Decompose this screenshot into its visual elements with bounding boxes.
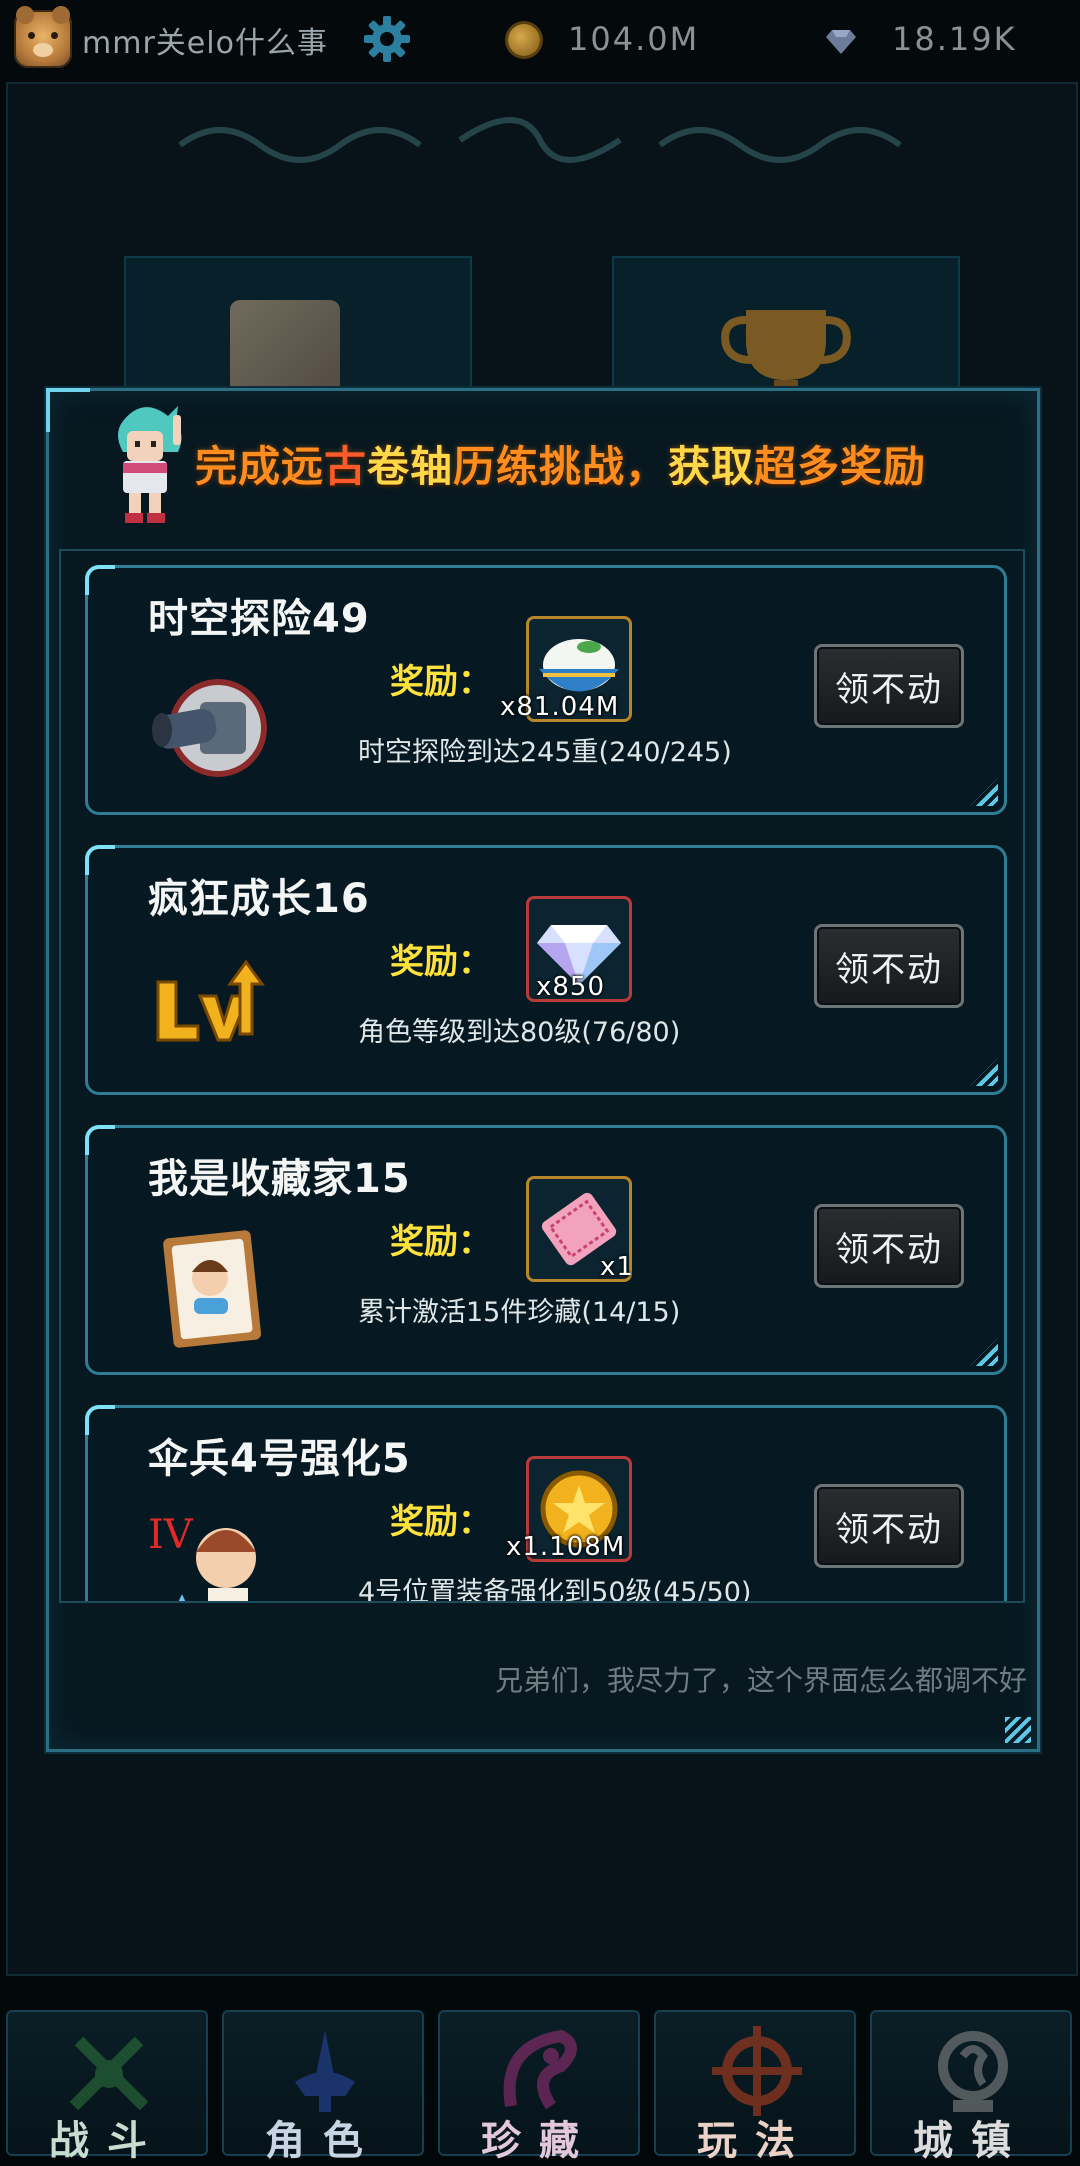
tab-character[interactable]: 角色 — [222, 2010, 424, 2164]
reward-label: 奖励： — [390, 662, 492, 702]
tab-label: 玩法 — [697, 2118, 813, 2164]
claim-button[interactable]: 领不动 — [814, 924, 964, 1008]
tab-treasure[interactable]: 珍藏 — [438, 2010, 640, 2164]
cannon-icon — [152, 679, 267, 777]
claim-button[interactable]: 领不动 — [814, 644, 964, 728]
task-description: 时空探险到达245重(240/245) — [358, 737, 732, 768]
title-seg-3: 历练挑战， — [453, 442, 669, 491]
tab-label: 战斗 — [49, 2118, 165, 2164]
sword-emblem-icon — [295, 2030, 355, 2112]
tab-gameplay[interactable]: 玩法 — [654, 2010, 856, 2164]
title-seg-1: 古 — [324, 442, 368, 491]
username: mmr关elo什么事 — [82, 26, 328, 61]
tab-battle[interactable]: 战斗 — [6, 2010, 208, 2164]
modal-title: 完成远古卷轴历练挑战，获取超多奖励 — [195, 433, 926, 494]
coin-icon — [508, 24, 540, 56]
challenge-modal: 完成远古卷轴历练挑战，获取超多奖励 时空探险49 奖励： x81.04M 时空探… — [46, 388, 1040, 1752]
task-card: 我是收藏家15 奖励： x1 累计激活15件珍藏(14/15) 领不动 — [85, 1125, 1007, 1375]
coin-balance: 104.0M — [568, 20, 700, 58]
title-seg-0: 完成远 — [195, 442, 325, 491]
task-card: 伞兵4号强化5 IV 奖励： x1.108M 4号位置装备强化到50级(45/5… — [85, 1405, 1007, 1603]
city-emblem-icon — [938, 2031, 1008, 2112]
title-seg-2: 卷轴 — [367, 442, 454, 491]
compass-emblem-icon — [712, 2026, 802, 2116]
claim-button[interactable]: 领不动 — [814, 1484, 964, 1568]
claim-button[interactable]: 领不动 — [814, 1204, 964, 1288]
title-seg-5: 超多奖励 — [754, 442, 927, 491]
gem-balance: 18.19K — [892, 20, 1017, 58]
tab-label: 城镇 — [913, 2118, 1029, 2164]
footer-note: 兄弟们，我尽力了，这个界面怎么都调不好 — [494, 1664, 1027, 1697]
title-seg-4: 获取 — [668, 442, 755, 491]
upgrade-character-icon: IV — [148, 1512, 256, 1601]
tab-label: 珍藏 — [481, 2118, 597, 2164]
reward-quantity: x1 — [600, 1252, 634, 1282]
reward-label: 奖励： — [390, 1222, 492, 1262]
task-description: 4号位置装备强化到50级(45/50) — [358, 1577, 752, 1603]
portrait-card-icon — [163, 1230, 262, 1348]
chibi-character-icon — [118, 406, 182, 523]
task-name: 我是收藏家15 — [148, 1156, 411, 1202]
task-name: 疯狂成长16 — [148, 876, 370, 922]
task-description: 累计激活15件珍藏(14/15) — [358, 1297, 681, 1328]
level-up-icon — [156, 959, 265, 1042]
tab-town[interactable]: 城镇 — [870, 2010, 1072, 2164]
top-status-bar: mmr关elo什么事 104.0M 18.19K — [0, 0, 1080, 80]
reward-quantity: x850 — [536, 972, 606, 1002]
diamond-icon — [826, 30, 856, 54]
cloud-ornament — [178, 117, 902, 163]
reward-label: 奖励： — [390, 942, 492, 982]
svg-text:IV: IV — [148, 1512, 194, 1558]
reward-quantity: x81.04M — [500, 692, 620, 722]
reward-label: 奖励： — [390, 1502, 492, 1542]
bear-avatar-icon[interactable] — [14, 6, 72, 68]
task-description: 角色等级到达80级(76/80) — [358, 1017, 681, 1048]
task-card: 疯狂成长16 奖励： x850 角色等级到达80级(76/80) 领不动 — [85, 845, 1007, 1095]
task-card: 时空探险49 奖励： x81.04M 时空探险到达245重(240/245) 领… — [85, 565, 1007, 815]
task-name: 伞兵4号强化5 — [148, 1436, 411, 1482]
treasure-swirl-icon — [503, 2029, 577, 2110]
tab-label: 角色 — [265, 2118, 381, 2164]
gear-icon[interactable] — [362, 14, 412, 64]
task-list[interactable]: 时空探险49 奖励： x81.04M 时空探险到达245重(240/245) 领… — [59, 549, 1025, 1603]
bottom-nav: 战斗 角色 珍藏 玩法 城镇 — [0, 2004, 1080, 2164]
task-name: 时空探险49 — [148, 596, 370, 642]
crossed-swords-icon — [69, 2036, 149, 2111]
reward-quantity: x1.108M — [506, 1532, 626, 1562]
